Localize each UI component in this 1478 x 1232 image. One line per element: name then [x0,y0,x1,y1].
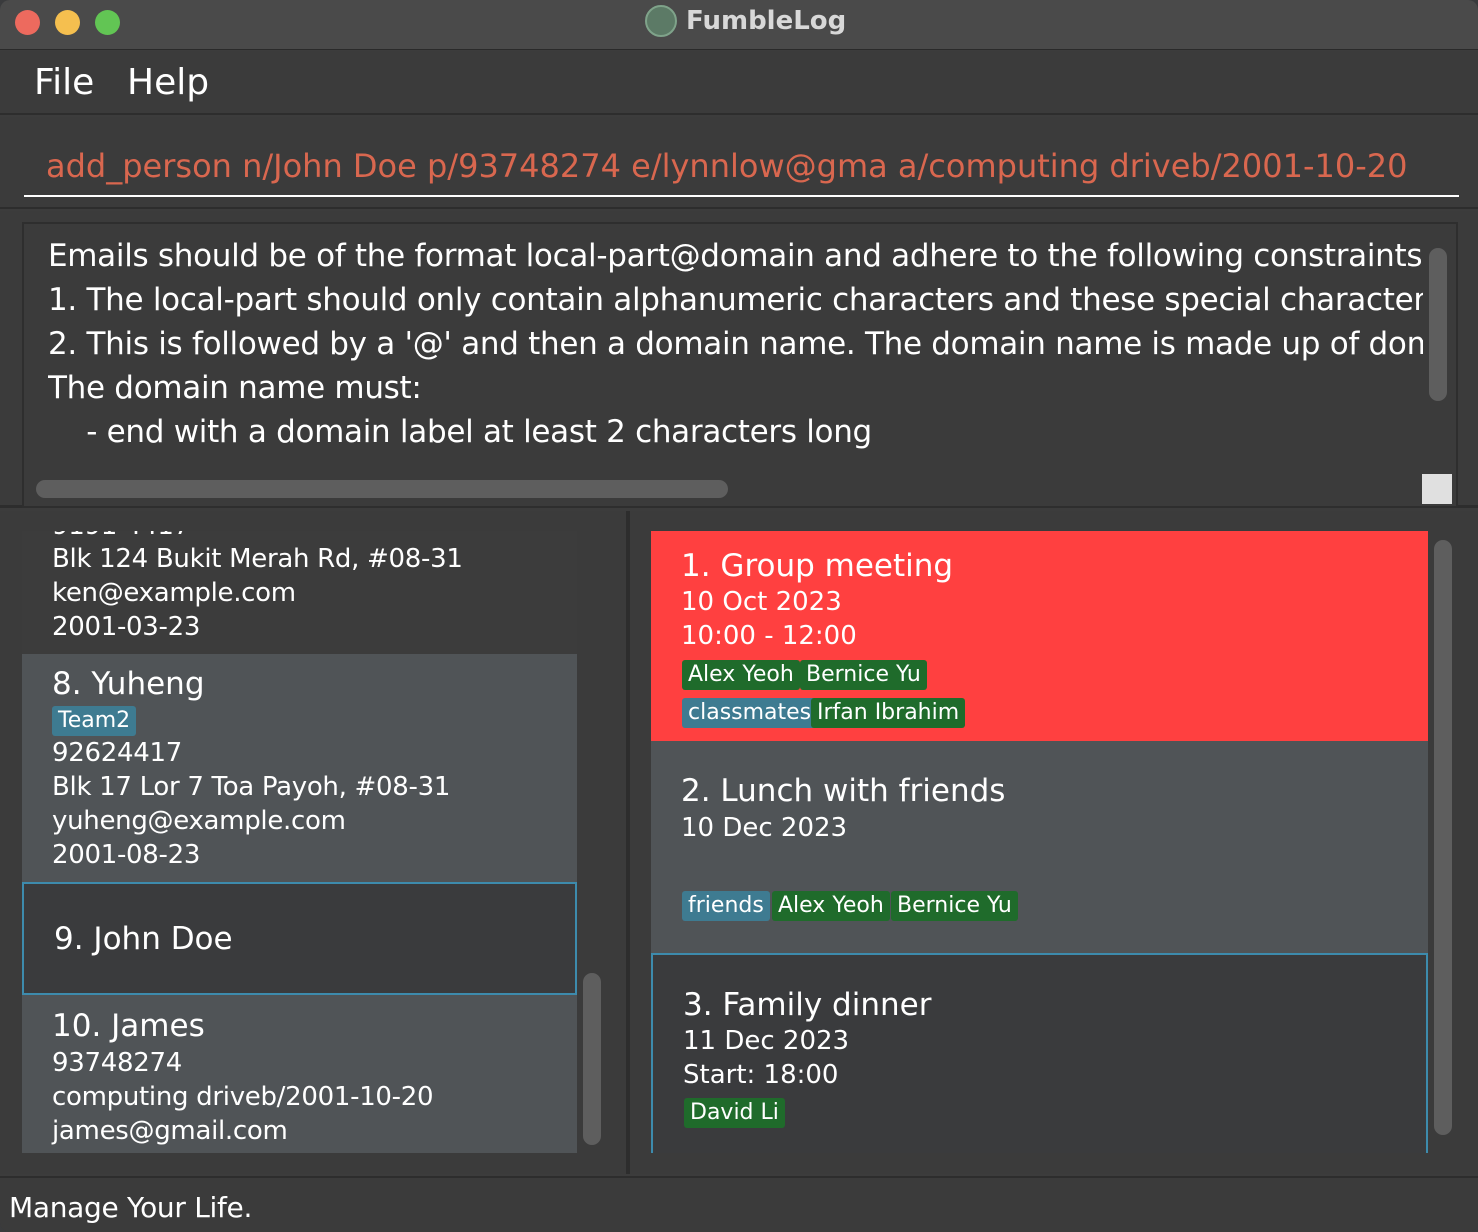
event-title: 1. Group meeting [681,548,954,584]
person-list[interactable]: 9191 4417 Blk 124 Bukit Merah Rd, #08-31… [22,531,577,1153]
minimize-window-button[interactable] [55,10,80,35]
result-horizontal-scrollbar[interactable] [36,480,728,498]
command-box-area [0,117,1478,209]
person-email: james@gmail.com [52,1116,288,1146]
person-name: 9. John Doe [54,921,233,957]
person-phone: 92624417 [52,738,182,768]
person-phone: 93748274 [52,1048,182,1078]
result-line: 1. The local-part should only contain al… [48,282,1423,318]
event-time: Start: 18:00 [683,1060,839,1090]
event-person-tag: Alex Yeoh [772,891,890,921]
person-card-selected[interactable]: 9. John Doe [22,882,577,995]
person-email: yuheng@example.com [52,806,346,836]
event-card[interactable]: 2. Lunch with friends 10 Dec 2023 friend… [651,741,1428,953]
result-line: Emails should be of the format local-par… [48,238,1423,274]
event-date: 11 Dec 2023 [683,1026,850,1056]
event-time: 10:00 - 12:00 [681,621,857,651]
person-name: 10. James [52,1008,205,1044]
event-person-tag: Bernice Yu [800,660,927,690]
result-display-area: Emails should be of the format local-par… [0,211,1478,508]
command-input[interactable] [24,137,1459,197]
result-display[interactable]: Emails should be of the format local-par… [22,222,1458,508]
person-address: Blk 124 Bukit Merah Rd, #08-31 [52,544,463,574]
scroll-corner [1422,474,1452,504]
person-tag: Team2 [52,706,137,736]
status-bar: Manage Your Life. [0,1176,1478,1232]
event-list[interactable]: 1. Group meeting 10 Oct 2023 10:00 - 12:… [651,531,1428,1153]
menu-help[interactable]: Help [127,61,209,105]
person-address: computing driveb/2001-10-20 [52,1082,434,1112]
status-text: Manage Your Life. [9,1191,253,1224]
event-title: 3. Family dinner [683,987,932,1023]
event-list-scrollbar[interactable] [1434,540,1452,1135]
event-person-tag: Bernice Yu [891,891,1018,921]
event-group-tag: classmates [682,698,818,728]
app-window: FumbleLog File Help Emails should be of … [0,0,1478,1232]
result-line: The domain name must: [48,370,422,406]
result-vertical-scrollbar[interactable] [1429,248,1447,401]
person-card[interactable]: 9191 4417 Blk 124 Bukit Merah Rd, #08-31… [22,531,577,654]
menu-file[interactable]: File [34,61,94,105]
person-card[interactable]: 10. James 93748274 computing driveb/2001… [22,995,577,1153]
person-birthday: 2001-03-23 [52,612,201,642]
pane-divider[interactable] [626,511,630,1174]
person-card[interactable]: 8. Yuheng Team2 92624417 Blk 17 Lor 7 To… [22,654,577,882]
window-title: FumbleLog [686,6,847,36]
menu-bar: File Help [0,51,1478,115]
event-person-tag: David Li [684,1098,785,1128]
person-birthday: 2001-08-23 [52,840,201,870]
title-bar: FumbleLog [0,0,1478,50]
person-name: 8. Yuheng [52,666,205,702]
result-line: 2. This is followed by a '@' and then a … [48,326,1423,362]
event-title: 2. Lunch with friends [681,773,1006,809]
event-person-tag: Irfan Ibrahim [811,698,966,728]
person-email: ken@example.com [52,578,296,608]
close-window-button[interactable] [15,10,40,35]
result-text: Emails should be of the format local-par… [48,234,1423,454]
event-date: 10 Oct 2023 [681,587,842,617]
event-group-tag: friends [682,891,770,921]
person-address: Blk 17 Lor 7 Toa Payoh, #08-31 [52,772,451,802]
maximize-window-button[interactable] [95,10,120,35]
list-panes: 9191 4417 Blk 124 Bukit Merah Rd, #08-31… [0,511,1478,1174]
event-person-tag: Alex Yeoh [682,660,800,690]
person-list-scrollbar[interactable] [583,973,601,1145]
event-date: 10 Dec 2023 [681,813,848,843]
result-line: - end with a domain label at least 2 cha… [48,414,872,450]
event-card-selected[interactable]: 3. Family dinner 11 Dec 2023 Start: 18:0… [651,953,1428,1153]
event-card[interactable]: 1. Group meeting 10 Oct 2023 10:00 - 12:… [651,531,1428,741]
fumblelog-logo-icon [645,5,677,37]
